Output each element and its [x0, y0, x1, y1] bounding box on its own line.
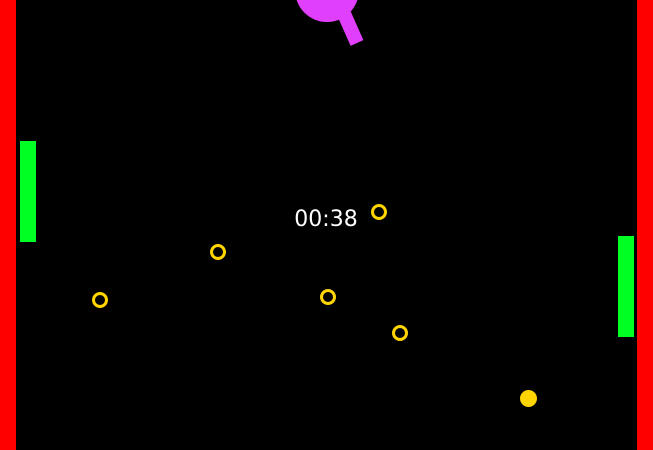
ball: [520, 390, 537, 407]
game-timer: 00:38: [294, 207, 358, 232]
ring-target: [392, 325, 408, 341]
ring-target: [320, 289, 336, 305]
left-paddle[interactable]: [20, 141, 36, 242]
ring-target: [371, 204, 387, 220]
ring-target: [210, 244, 226, 260]
ring-target: [92, 292, 108, 308]
game-board[interactable]: 00:38: [0, 0, 653, 450]
right-paddle[interactable]: [618, 236, 634, 337]
